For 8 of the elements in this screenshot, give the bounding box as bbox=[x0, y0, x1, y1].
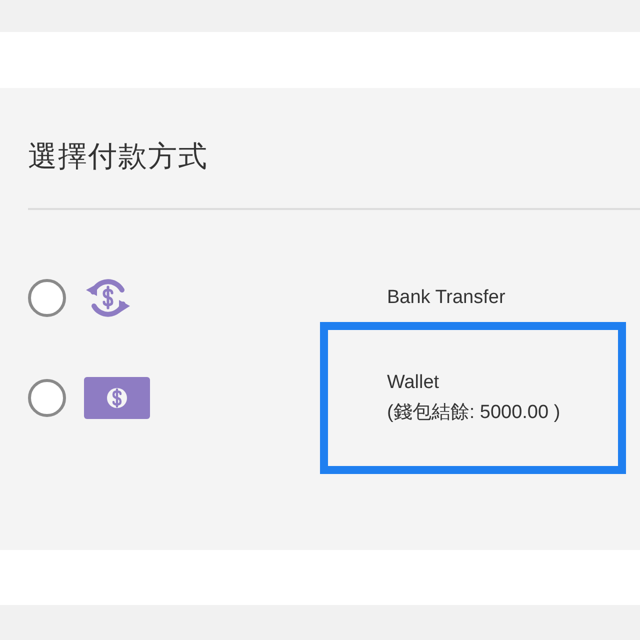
balance-note: (錢包結餘: 5000.00 ) bbox=[387, 400, 562, 424]
cash-icon bbox=[84, 376, 150, 418]
section-title: 選擇付款方式 bbox=[28, 141, 208, 173]
option-label: Bank Transfer bbox=[387, 286, 506, 310]
radio-button[interactable] bbox=[28, 278, 66, 316]
option-label: Wallet bbox=[387, 370, 440, 394]
option-label-area[interactable]: Wallet (錢包結餘: 5000.00 ) bbox=[320, 322, 626, 474]
radio-button[interactable] bbox=[28, 378, 66, 416]
